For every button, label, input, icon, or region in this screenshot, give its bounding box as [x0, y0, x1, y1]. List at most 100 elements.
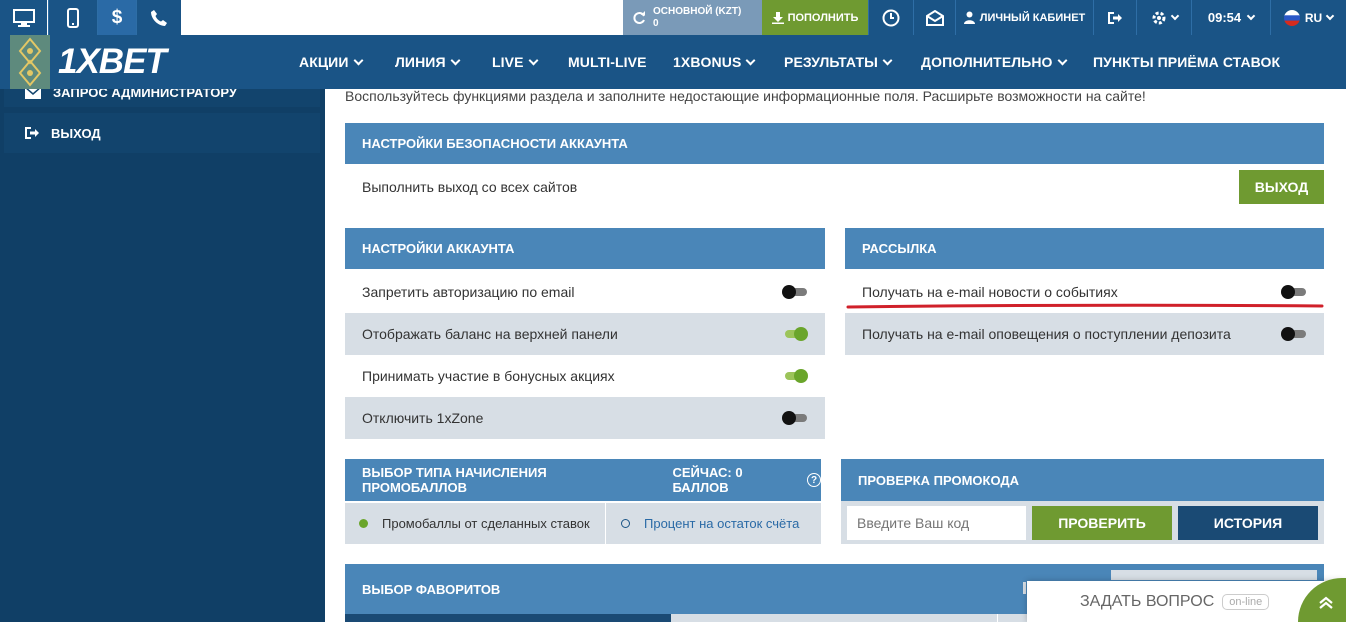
button-label: ВЫХОД	[1254, 179, 1309, 195]
chevron-down-icon	[1246, 11, 1256, 20]
logout-all-row: Выполнить выход со всех сайтов	[345, 166, 1324, 208]
chevron-down-icon	[353, 55, 363, 65]
desktop-icon	[12, 8, 35, 27]
deposit-button[interactable]: ПОПОЛНИТЬ	[762, 0, 868, 35]
messages-button[interactable]	[914, 0, 955, 35]
nav-item-multi-live[interactable]: MULTI-LIVE	[568, 35, 647, 89]
nav-item-line[interactable]: ЛИНИЯ	[395, 35, 461, 89]
sidebar-item-logout[interactable]: ВЫХОД	[4, 113, 320, 153]
chevron-down-icon	[450, 55, 461, 65]
promo-option-bets[interactable]: Промобаллы от сделанных ставок	[345, 503, 605, 544]
settings-dropdown[interactable]	[1137, 0, 1191, 35]
balance-widget[interactable]: ОСНОВНОЙ (KZT) 0	[623, 0, 762, 35]
language-label: RU	[1304, 10, 1323, 25]
cabinet-label: ЛИЧНЫЙ КАБИНЕТ	[979, 11, 1086, 24]
logout-all-button[interactable]: ВЫХОД	[1239, 170, 1324, 204]
history-button[interactable]	[869, 0, 913, 35]
nav-item-additional[interactable]: ДОПОЛНИТЕЛЬНО	[921, 35, 1067, 89]
language-dropdown[interactable]: RU	[1271, 0, 1346, 35]
personal-cabinet-button[interactable]: ЛИЧНЫЙ КАБИНЕТ	[956, 0, 1093, 35]
logout-icon	[25, 127, 39, 139]
mobile-version-button[interactable]	[49, 0, 97, 35]
sidebar-item-label: ВЫХОД	[51, 125, 101, 141]
logout-top-button[interactable]	[1094, 0, 1136, 35]
email-auth-toggle[interactable]	[782, 285, 808, 299]
brand-logo[interactable]: 1XBET	[58, 40, 167, 84]
chat-label: ЗАДАТЬ ВОПРОС	[1080, 592, 1215, 610]
chevron-down-icon	[528, 55, 538, 65]
gear-icon	[1152, 11, 1165, 24]
sidebar-item-admin-request[interactable]: ЗАПРОС АДМИНИСТРАТОРУ	[4, 89, 320, 107]
setting-row: Отображать баланс на верхней панели	[345, 313, 825, 355]
nav-item-live[interactable]: LIVE	[492, 35, 538, 89]
russia-flag-icon	[1283, 9, 1300, 26]
envelope-open-icon	[925, 9, 944, 26]
promo-code-input[interactable]	[847, 506, 1026, 540]
nav-item-label: РЕЗУЛЬТАТЫ	[784, 54, 878, 70]
points-now-label: СЕЙЧАС: 0 БАЛЛОВ	[672, 465, 743, 495]
favorites-tab[interactable]	[671, 614, 997, 622]
promo-history-button[interactable]: ИСТОРИЯ	[1178, 506, 1318, 540]
chevron-down-icon	[745, 55, 756, 65]
envelope-icon	[25, 89, 41, 99]
nav-item-1xbonus[interactable]: 1XBONUS	[673, 35, 756, 89]
account-settings-header: НАСТРОЙКИ АККАУНТА	[345, 228, 825, 269]
balance-label: ОСНОВНОЙ (KZT)	[653, 5, 742, 17]
nav-item-label: АКЦИИ	[299, 54, 349, 70]
user-icon	[963, 11, 975, 24]
nav-item-label: 1XBONUS	[673, 54, 742, 70]
disable-1xzone-toggle[interactable]	[782, 411, 808, 425]
promo-points-header: ВЫБОР ТИПА НАЧИСЛЕНИЯ ПРОМОБАЛЛОВ СЕЙЧАС…	[345, 459, 821, 501]
chat-status-badge: on-line	[1222, 593, 1270, 610]
toggle-knob	[1281, 285, 1295, 299]
favorites-tab-active[interactable]	[345, 614, 671, 622]
time-display: 09:54	[1207, 10, 1242, 25]
show-balance-toggle[interactable]	[782, 327, 808, 341]
logout-icon	[1108, 11, 1122, 24]
phone-icon	[151, 9, 167, 26]
bonus-participation-toggle[interactable]	[782, 369, 808, 383]
nav-item-label: MULTI-LIVE	[568, 54, 647, 70]
refresh-icon[interactable]	[632, 10, 646, 25]
button-label: ИСТОРИЯ	[1213, 515, 1283, 531]
mobile-icon	[67, 7, 79, 28]
help-icon[interactable]: ?	[807, 473, 821, 487]
setting-row: Принимать участие в бонусных акциях	[345, 355, 825, 397]
nav-item-betting-points[interactable]: ПУНКТЫ ПРИЁМА СТАВОК	[1093, 35, 1280, 89]
radio-empty-icon	[621, 519, 630, 528]
nav-item-promotions[interactable]: АКЦИИ	[299, 35, 363, 89]
option-label: Процент на остаток счёта	[644, 516, 800, 531]
balance-value: 0	[653, 17, 659, 29]
setting-label: Отображать баланс на верхней панели	[362, 326, 618, 342]
mailing-row: Получать на e-mail оповещения о поступле…	[845, 313, 1324, 355]
favorites-search-field[interactable]	[1111, 570, 1317, 580]
check-promo-button[interactable]: ПРОВЕРИТЬ	[1032, 506, 1172, 540]
event-news-toggle[interactable]	[1281, 285, 1307, 299]
nav-item-label: LIVE	[492, 54, 524, 70]
payments-button[interactable]: $	[98, 0, 136, 35]
clock-icon	[882, 9, 900, 26]
setting-row: Отключить 1xZone	[345, 397, 825, 439]
logo-ornament	[10, 35, 50, 89]
toggle-knob	[794, 369, 808, 383]
promo-option-balance-percent[interactable]: Процент на остаток счёта	[606, 503, 821, 544]
setting-label: Запретить авторизацию по email	[362, 284, 575, 300]
intro-text: Воспользуйтесь функциями раздела и запол…	[345, 88, 1146, 104]
double-chevron-up-icon	[1319, 596, 1333, 609]
desktop-version-button[interactable]	[0, 0, 47, 35]
chevron-down-icon	[882, 55, 893, 65]
chevron-down-icon	[1057, 55, 1067, 65]
promo-check-header: ПРОВЕРКА ПРОМОКОДА	[841, 459, 1324, 501]
time-dropdown[interactable]: 09:54	[1192, 0, 1270, 35]
toggle-knob	[782, 411, 796, 425]
section-title: НАСТРОЙКИ БЕЗОПАСНОСТИ АККАУНТА	[362, 136, 628, 151]
red-underline-annotation	[846, 303, 1324, 309]
section-title: НАСТРОЙКИ АККАУНТА	[362, 241, 515, 256]
callback-button[interactable]	[137, 0, 181, 35]
deposit-alert-toggle[interactable]	[1281, 327, 1307, 341]
mailing-label: Получать на e-mail новости о событиях	[862, 284, 1118, 300]
dollar-icon: $	[111, 6, 123, 28]
nav-item-results[interactable]: РЕЗУЛЬТАТЫ	[784, 35, 893, 89]
sidebar-item-label: ЗАПРОС АДМИНИСТРАТОРУ	[53, 89, 237, 100]
deposit-label: ПОПОЛНИТЬ	[787, 11, 859, 24]
